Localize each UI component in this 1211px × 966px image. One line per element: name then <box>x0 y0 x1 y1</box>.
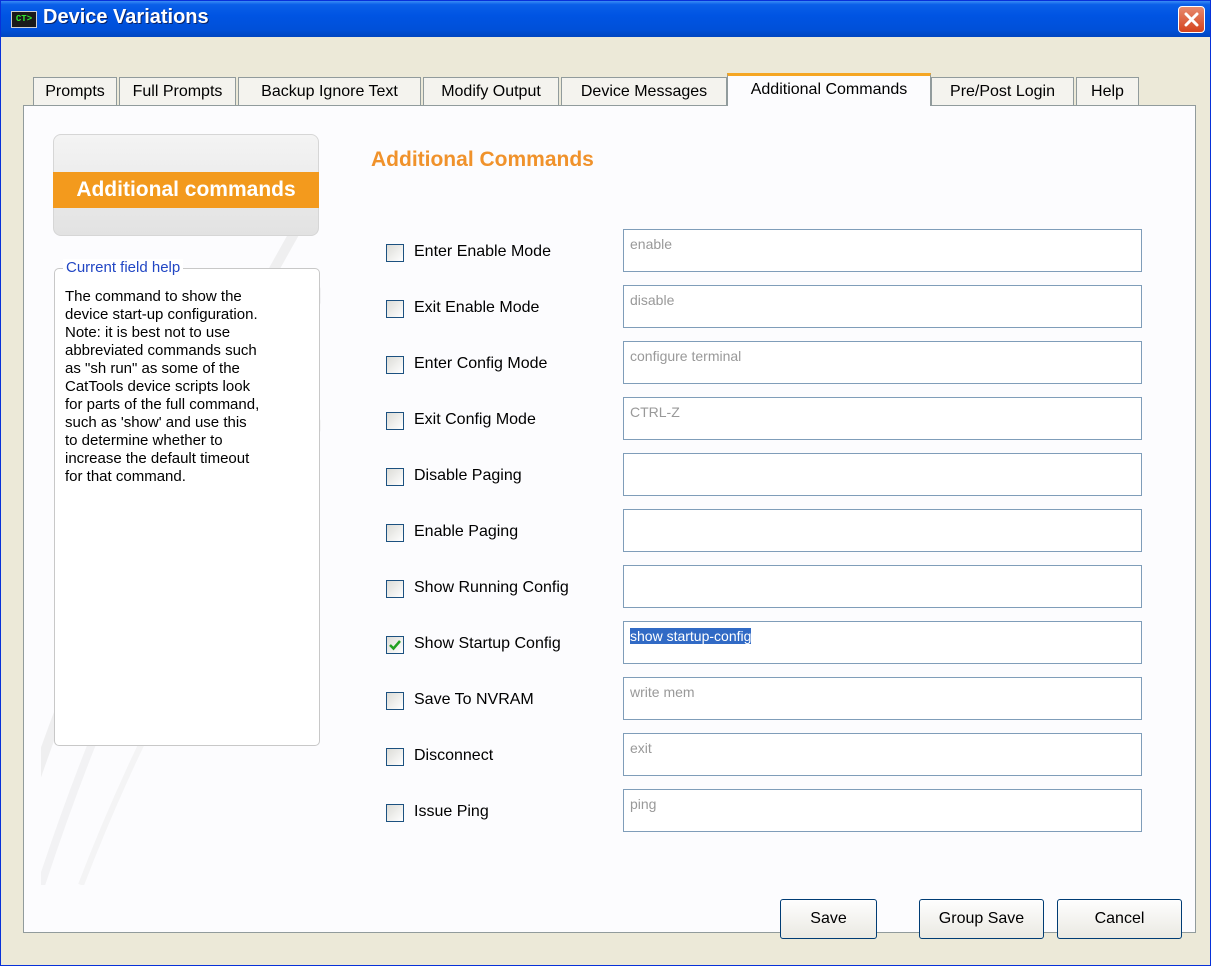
disable-paging-label[interactable]: Disable Paging <box>414 467 522 485</box>
window-title: Device Variations <box>43 6 209 28</box>
enter-config-mode-value: configure terminal <box>630 348 742 364</box>
disable-paging-input[interactable] <box>623 453 1142 496</box>
exit-config-mode-checkbox[interactable] <box>386 412 404 430</box>
show-startup-config-label[interactable]: Show Startup Config <box>414 635 561 653</box>
issue-ping-value: ping <box>630 796 657 812</box>
close-button[interactable] <box>1178 6 1205 33</box>
device-variations-window: CT> Device Variations Prompts Full Promp… <box>0 0 1211 966</box>
close-icon <box>1184 12 1199 27</box>
enable-paging-checkbox[interactable] <box>386 524 404 542</box>
show-running-config-checkbox[interactable] <box>386 580 404 598</box>
save-to-nvram-input[interactable]: write mem <box>623 677 1142 720</box>
disconnect-value: exit <box>630 740 652 756</box>
disconnect-input[interactable]: exit <box>623 733 1142 776</box>
cattools-app-icon: CT> <box>11 11 37 28</box>
title-bar[interactable]: CT> Device Variations <box>1 1 1210 37</box>
save-button[interactable]: Save <box>780 899 877 939</box>
exit-enable-mode-checkbox[interactable] <box>386 300 404 318</box>
exit-config-mode-input[interactable]: CTRL-Z <box>623 397 1142 440</box>
show-startup-config-value: show startup-config <box>630 628 752 644</box>
disconnect-checkbox[interactable] <box>386 748 404 766</box>
tab-pre-post-login[interactable]: Pre/Post Login <box>931 77 1074 105</box>
tab-backup-ignore-text[interactable]: Backup Ignore Text <box>238 77 421 105</box>
enter-enable-mode-checkbox[interactable] <box>386 244 404 262</box>
enter-config-mode-input[interactable]: configure terminal <box>623 341 1142 384</box>
enable-paging-input[interactable] <box>623 509 1142 552</box>
cancel-button[interactable]: Cancel <box>1057 899 1182 939</box>
tab-full-prompts[interactable]: Full Prompts <box>119 77 236 105</box>
tab-modify-output[interactable]: Modify Output <box>423 77 559 105</box>
enter-enable-mode-input[interactable]: enable <box>623 229 1142 272</box>
disable-paging-checkbox[interactable] <box>386 468 404 486</box>
enable-paging-label[interactable]: Enable Paging <box>414 523 518 541</box>
tab-device-messages[interactable]: Device Messages <box>561 77 727 105</box>
show-running-config-label[interactable]: Show Running Config <box>414 579 569 597</box>
exit-config-mode-label[interactable]: Exit Config Mode <box>414 411 536 429</box>
tab-additional-commands[interactable]: Additional Commands <box>727 73 931 106</box>
page-heading: Additional Commands <box>371 148 594 171</box>
show-running-config-input[interactable] <box>623 565 1142 608</box>
exit-config-mode-value: CTRL-Z <box>630 404 680 420</box>
save-to-nvram-label[interactable]: Save To NVRAM <box>414 691 534 709</box>
tab-prompts[interactable]: Prompts <box>33 77 117 105</box>
disconnect-label[interactable]: Disconnect <box>414 747 493 765</box>
tab-help[interactable]: Help <box>1076 77 1139 105</box>
save-to-nvram-value: write mem <box>630 684 695 700</box>
issue-ping-checkbox[interactable] <box>386 804 404 822</box>
enter-config-mode-checkbox[interactable] <box>386 356 404 374</box>
exit-enable-mode-label[interactable]: Exit Enable Mode <box>414 299 539 317</box>
save-to-nvram-checkbox[interactable] <box>386 692 404 710</box>
exit-enable-mode-input[interactable]: disable <box>623 285 1142 328</box>
exit-enable-mode-value: disable <box>630 292 675 308</box>
show-startup-config-checkbox[interactable] <box>386 636 404 654</box>
checkmark-icon <box>389 640 401 651</box>
enter-enable-mode-label[interactable]: Enter Enable Mode <box>414 243 551 261</box>
section-badge-label: Additional commands <box>53 172 319 208</box>
group-save-button[interactable]: Group Save <box>919 899 1044 939</box>
field-help-text: The command to show the device start-up … <box>65 288 260 485</box>
field-help-legend: Current field help <box>63 259 184 276</box>
issue-ping-input[interactable]: ping <box>623 789 1142 832</box>
enter-enable-mode-value: enable <box>630 236 673 252</box>
show-startup-config-input[interactable]: show startup-config <box>623 621 1142 664</box>
issue-ping-label[interactable]: Issue Ping <box>414 803 489 821</box>
enter-config-mode-label[interactable]: Enter Config Mode <box>414 355 547 373</box>
